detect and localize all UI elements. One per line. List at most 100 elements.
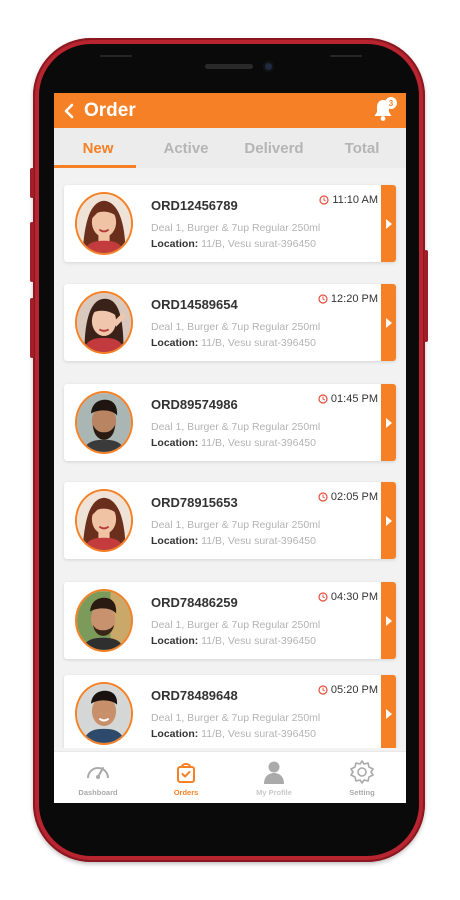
order-time-text: 02:05 PM	[330, 491, 378, 503]
location-value: 11/B, Vesu surat-396450	[198, 728, 316, 740]
tab-active[interactable]: Active	[142, 128, 230, 168]
order-id: ORD14589654	[151, 297, 238, 312]
order-id: ORD12456789	[151, 198, 238, 213]
order-card[interactable]: ORD12456789 11:10 AM Deal 1, Burger & 7u…	[64, 185, 396, 262]
location-label: Location:	[151, 535, 199, 547]
side-button-mute	[30, 168, 34, 198]
order-time: 11:10 AM	[319, 194, 378, 206]
speaker-grille	[205, 64, 253, 69]
order-card[interactable]: ORD78486259 04:30 PM Deal 1, Burger & 7u…	[64, 582, 396, 659]
nav-label: My Profile	[256, 788, 292, 797]
chevron-right-icon	[385, 218, 392, 229]
order-card[interactable]: ORD78915653 02:05 PM Deal 1, Burger & 7u…	[64, 482, 396, 559]
order-time-text: 05:20 PM	[330, 684, 378, 696]
nav-my-profile[interactable]: My Profile	[230, 752, 318, 803]
order-open-button[interactable]	[381, 185, 396, 262]
bottom-nav: Dashboard Orders My Profile Setting	[54, 751, 406, 803]
location-value: 11/B, Vesu surat-396450	[198, 238, 316, 250]
chevron-right-icon	[385, 317, 392, 328]
location-value: 11/B, Vesu surat-396450	[198, 437, 316, 449]
order-items: Deal 1, Burger & 7up Regular 250ml	[151, 619, 321, 631]
page-title: Order	[84, 99, 136, 121]
order-open-button[interactable]	[381, 675, 396, 748]
location-label: Location:	[151, 728, 199, 740]
order-open-button[interactable]	[381, 384, 396, 461]
order-id: ORD78489648	[151, 688, 238, 703]
order-time: 01:45 PM	[318, 393, 378, 405]
nav-orders[interactable]: Orders	[142, 752, 230, 803]
earpiece-line-right	[330, 55, 362, 57]
clock-icon	[318, 685, 328, 695]
order-open-button[interactable]	[381, 482, 396, 559]
nav-label: Orders	[173, 788, 199, 797]
clock-icon	[319, 195, 329, 205]
order-id: ORD89574986	[151, 397, 238, 412]
order-card[interactable]: ORD89574986 01:45 PM Deal 1, Burger & 7u…	[64, 384, 396, 461]
order-open-button[interactable]	[381, 582, 396, 659]
location-label: Location:	[151, 337, 199, 349]
order-card[interactable]: ORD78489648 05:20 PM Deal 1, Burger & 7u…	[64, 675, 396, 748]
customer-photo	[77, 591, 131, 650]
avatar	[75, 291, 133, 354]
order-time: 04:30 PM	[318, 591, 378, 603]
order-items: Deal 1, Burger & 7up Regular 250ml	[151, 222, 321, 234]
order-id: ORD78915653	[151, 495, 238, 510]
user-icon	[264, 761, 284, 784]
order-id: ORD78486259	[151, 595, 238, 610]
customer-photo	[77, 293, 131, 352]
clock-icon	[318, 492, 328, 502]
nav-setting[interactable]: Setting	[318, 752, 406, 803]
order-time-text: 11:10 AM	[332, 194, 378, 206]
chevron-right-icon	[385, 615, 392, 626]
tab-delivered[interactable]: Deliverd	[230, 128, 318, 168]
front-camera	[263, 61, 274, 72]
tab-total[interactable]: Total	[318, 128, 406, 168]
avatar	[75, 682, 133, 745]
clock-icon	[318, 592, 328, 602]
order-time: 12:20 PM	[318, 293, 378, 305]
side-button-power	[424, 250, 428, 342]
location-label: Location:	[151, 437, 199, 449]
notification-badge: 3	[385, 97, 397, 109]
clock-icon	[318, 294, 328, 304]
order-location: Location: 11/B, Vesu surat-396450	[151, 337, 316, 349]
order-time: 05:20 PM	[318, 684, 378, 696]
order-items: Deal 1, Burger & 7up Regular 250ml	[151, 519, 321, 531]
earpiece-line-left	[100, 55, 132, 57]
order-items: Deal 1, Burger & 7up Regular 250ml	[151, 421, 321, 433]
order-items: Deal 1, Burger & 7up Regular 250ml	[151, 712, 321, 724]
tab-new[interactable]: New	[54, 128, 142, 168]
app-bar: Order 3	[54, 93, 406, 128]
back-button[interactable]	[54, 103, 84, 119]
order-items: Deal 1, Burger & 7up Regular 250ml	[151, 321, 321, 333]
clock-icon	[318, 394, 328, 404]
order-location: Location: 11/B, Vesu surat-396450	[151, 437, 316, 449]
chevron-right-icon	[385, 708, 392, 719]
customer-photo	[77, 684, 131, 743]
chevron-left-icon	[64, 103, 74, 118]
location-label: Location:	[151, 635, 199, 647]
order-time-text: 12:20 PM	[330, 293, 378, 305]
order-location: Location: 11/B, Vesu surat-396450	[151, 535, 316, 547]
app-screen: Order 3 New Active Deliverd Total ORD124…	[54, 93, 406, 803]
order-open-button[interactable]	[381, 284, 396, 361]
order-card[interactable]: ORD14589654 12:20 PM Deal 1, Burger & 7u…	[64, 284, 396, 361]
chevron-right-icon	[385, 515, 392, 526]
chevron-right-icon	[385, 417, 392, 428]
gear-icon	[350, 760, 374, 784]
avatar	[75, 391, 133, 454]
location-value: 11/B, Vesu surat-396450	[198, 337, 316, 349]
nav-dashboard[interactable]: Dashboard	[54, 752, 142, 803]
nav-label: Dashboard	[78, 788, 118, 797]
order-location: Location: 11/B, Vesu surat-396450	[151, 238, 316, 250]
avatar	[75, 589, 133, 652]
customer-photo	[77, 194, 131, 253]
notification-button[interactable]: 3	[372, 97, 397, 122]
location-value: 11/B, Vesu surat-396450	[198, 535, 316, 547]
order-time-text: 01:45 PM	[330, 393, 378, 405]
location-label: Location:	[151, 238, 199, 250]
nav-label: Setting	[349, 788, 375, 797]
side-button-volume-up	[30, 222, 34, 282]
order-time-text: 04:30 PM	[330, 591, 378, 603]
order-list: ORD12456789 11:10 AM Deal 1, Burger & 7u…	[54, 168, 406, 748]
